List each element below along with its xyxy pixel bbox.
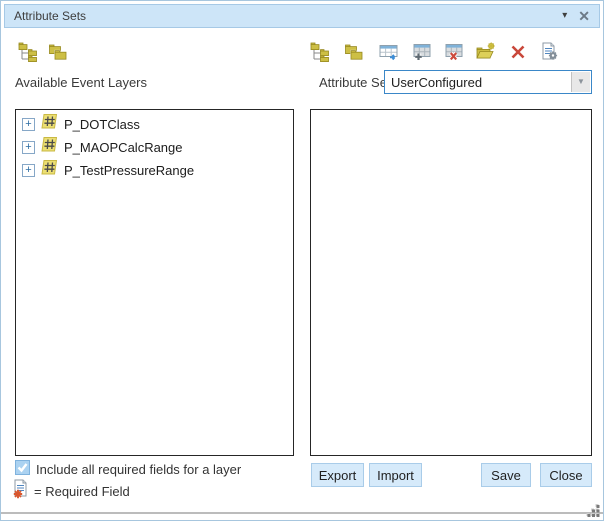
attribute-set-value: UserConfigured <box>391 75 482 90</box>
close-icon[interactable]: ✕ <box>578 9 590 23</box>
save-button[interactable]: Save <box>481 463 531 487</box>
set-properties-icon[interactable] <box>540 42 560 62</box>
event-layer-icon <box>41 113 59 135</box>
new-set-tree-icon[interactable] <box>310 42 330 62</box>
include-required-fields-label: Include all required fields for a layer <box>36 462 241 477</box>
collapse-icon[interactable]: ▾ <box>562 11 567 21</box>
tree-item-label: P_MAOPCalcRange <box>64 140 183 155</box>
import-button[interactable]: Import <box>369 463 422 487</box>
event-layer-icon <box>41 159 59 181</box>
chevron-down-icon: ▼ <box>577 78 585 86</box>
checkmark-icon <box>16 461 29 474</box>
export-button[interactable]: Export <box>311 463 364 487</box>
copy-folders-icon[interactable] <box>48 42 68 62</box>
dropdown-button[interactable]: ▼ <box>571 72 590 92</box>
copy-set-icon[interactable] <box>344 42 364 62</box>
attribute-set-label: Attribute Set: <box>319 75 394 90</box>
titlebar[interactable]: Attribute Sets ▾ ✕ <box>4 4 600 28</box>
include-required-fields-checkbox[interactable] <box>15 460 30 475</box>
available-event-layers-label: Available Event Layers <box>15 75 147 90</box>
open-folder-new-icon[interactable] <box>476 42 496 62</box>
delete-set-icon[interactable] <box>508 42 528 62</box>
event-layer-icon <box>41 136 59 158</box>
required-field-label: = Required Field <box>34 484 130 499</box>
table-export-icon[interactable] <box>379 42 399 62</box>
available-event-layers-list[interactable]: + P_DOTClass + P_MAOPCalcRange + <box>15 109 294 456</box>
new-layer-tree-icon[interactable] <box>18 42 38 62</box>
table-remove-field-icon[interactable] <box>444 42 464 62</box>
titlebar-controls: ▾ ✕ <box>562 9 599 23</box>
tree-item-label: P_DOTClass <box>64 117 140 132</box>
attribute-sets-dialog: Attribute Sets ▾ ✕ <box>0 0 604 521</box>
window-bottom-edge <box>1 512 603 514</box>
expand-icon[interactable]: + <box>22 141 35 154</box>
required-field-icon <box>12 479 30 504</box>
attribute-set-dropdown[interactable]: UserConfigured ▼ <box>384 70 592 94</box>
tree-item-p-testpressurerange[interactable]: + P_TestPressureRange <box>22 160 194 180</box>
tree-item-p-dotclass[interactable]: + P_DOTClass <box>22 114 140 134</box>
expand-icon[interactable]: + <box>22 118 35 131</box>
dialog-title: Attribute Sets <box>14 9 86 23</box>
table-add-field-icon[interactable] <box>412 42 432 62</box>
resize-grip[interactable] <box>586 503 600 517</box>
attribute-set-fields-list[interactable] <box>310 109 592 456</box>
tree-item-label: P_TestPressureRange <box>64 163 194 178</box>
expand-icon[interactable]: + <box>22 164 35 177</box>
close-button[interactable]: Close <box>540 463 592 487</box>
tree-item-p-maopcalcrange[interactable]: + P_MAOPCalcRange <box>22 137 183 157</box>
